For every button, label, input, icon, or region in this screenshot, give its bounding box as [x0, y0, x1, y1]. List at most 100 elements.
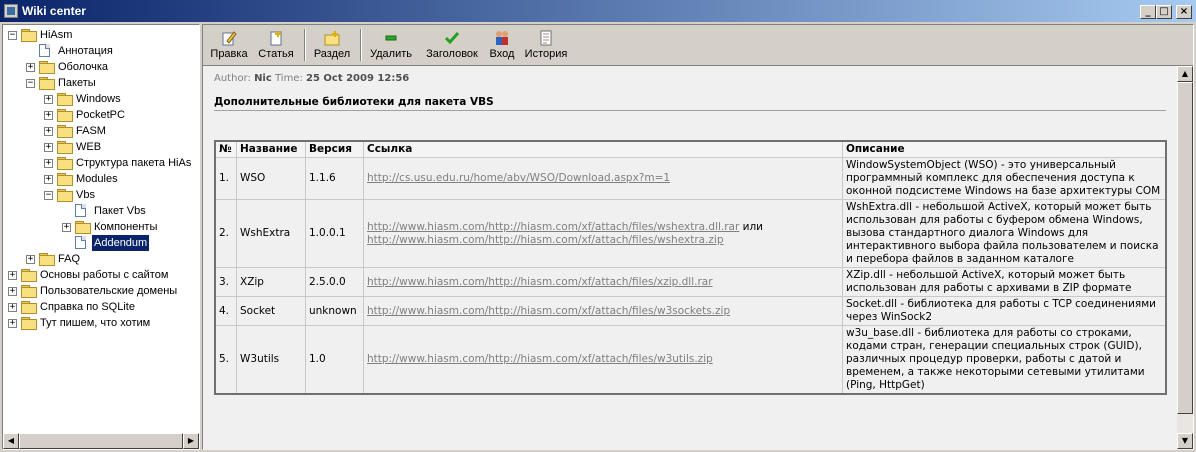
- tree-item[interactable]: Пакет Vbs: [3, 203, 199, 219]
- history-button[interactable]: История: [521, 27, 571, 63]
- toolbar: Правка Статья Раздел Удалить Заголовок В…: [203, 25, 1193, 65]
- tree-item[interactable]: + FAQ: [3, 251, 199, 267]
- article-time: 25 Oct 2009 12:56: [306, 73, 410, 84]
- tree-item[interactable]: Аннотация: [3, 43, 199, 59]
- delete-button[interactable]: Удалить: [365, 27, 417, 63]
- new-article-icon: [268, 30, 284, 46]
- expand-icon[interactable]: +: [44, 127, 53, 136]
- expand-icon[interactable]: +: [8, 271, 17, 280]
- download-link[interactable]: http://www.hiasm.com/http://hiasm.com/xf…: [367, 353, 713, 365]
- expand-icon[interactable]: +: [44, 159, 53, 168]
- column-header: №: [214, 140, 237, 158]
- tree-item[interactable]: + Структура пакета HiAs: [3, 155, 199, 171]
- title-button[interactable]: Заголовок: [421, 27, 483, 63]
- edit-icon: [221, 30, 237, 46]
- login-button[interactable]: Вход: [487, 27, 517, 63]
- expand-icon[interactable]: +: [8, 319, 17, 328]
- table-header-row: № Название Версия Ссылка Описание: [214, 140, 1167, 158]
- cell-link: http://www.hiasm.com/http://hiasm.com/xf…: [363, 199, 843, 268]
- users-icon: [494, 30, 510, 46]
- cell-num: 5.: [214, 325, 237, 395]
- expand-icon[interactable]: +: [26, 63, 35, 72]
- collapse-icon[interactable]: −: [44, 191, 53, 200]
- scroll-left-arrow-icon[interactable]: ◀: [3, 433, 19, 449]
- tree-item[interactable]: + Оболочка: [3, 59, 199, 75]
- tree-item[interactable]: − HiAsm: [3, 27, 199, 43]
- download-link[interactable]: http://www.hiasm.com/http://hiasm.com/xf…: [367, 234, 724, 246]
- download-link[interactable]: http://cs.usu.edu.ru/home/abv/WSO/Downlo…: [367, 172, 670, 184]
- expand-icon[interactable]: +: [44, 111, 53, 120]
- expand-icon[interactable]: +: [44, 95, 53, 104]
- tree-horizontal-scrollbar[interactable]: ◀ ▶: [3, 433, 199, 449]
- tree-item[interactable]: + Пользовательские домены: [3, 283, 199, 299]
- folder-icon: [57, 141, 73, 154]
- tree-item-label: Addendum: [90, 234, 151, 252]
- collapse-icon[interactable]: −: [8, 31, 17, 40]
- cell-link: http://www.hiasm.com/http://hiasm.com/xf…: [363, 296, 843, 326]
- cell-link: http://www.hiasm.com/http://hiasm.com/xf…: [363, 267, 843, 297]
- minimize-button[interactable]: _: [1140, 5, 1156, 19]
- tree-item-label: Основы работы с сайтом: [40, 269, 169, 281]
- folder-icon: [57, 125, 73, 138]
- column-header: Название: [236, 140, 306, 158]
- tree-item[interactable]: + Основы работы с сайтом: [3, 267, 199, 283]
- tree-item[interactable]: + Modules: [3, 171, 199, 187]
- tree-item-label: FAQ: [58, 253, 81, 265]
- tree-scroll-thumb[interactable]: [19, 433, 183, 449]
- app-icon[interactable]: [4, 4, 18, 18]
- folder-icon: [57, 189, 73, 202]
- edit-button[interactable]: Правка: [207, 27, 251, 63]
- tree-item-label: HiAsm: [40, 29, 73, 41]
- close-button[interactable]: ×: [1176, 5, 1192, 19]
- expand-icon[interactable]: +: [62, 223, 71, 232]
- tree-item[interactable]: + WEB: [3, 139, 199, 155]
- tree-item[interactable]: − Пакеты: [3, 75, 199, 91]
- folder-icon: [21, 301, 37, 314]
- expand-icon[interactable]: +: [8, 287, 17, 296]
- divider: [214, 110, 1166, 111]
- tree-item[interactable]: + Компоненты: [3, 219, 199, 235]
- tree-item[interactable]: + Тут пишем, что хотим: [3, 315, 199, 331]
- tree-item[interactable]: + Windows: [3, 91, 199, 107]
- scroll-down-arrow-icon[interactable]: ▼: [1177, 433, 1193, 449]
- expand-icon[interactable]: +: [44, 175, 53, 184]
- content-vertical-scrollbar[interactable]: ▲ ▼: [1177, 66, 1193, 449]
- tree-item-label: Структура пакета HiAs: [76, 157, 192, 169]
- content-scroll-thumb[interactable]: [1177, 82, 1193, 414]
- cell-num: 2.: [214, 199, 237, 268]
- tree-item-label: Справка по SQLite: [40, 301, 135, 313]
- folder-icon: [39, 61, 55, 74]
- expand-icon[interactable]: +: [26, 255, 35, 264]
- cell-version: 2.5.0.0: [305, 267, 364, 297]
- column-header: Описание: [842, 140, 1167, 158]
- article-meta: Author: Nic Time: 25 Oct 2009 12:56: [214, 73, 410, 84]
- new-article-button[interactable]: Статья: [253, 27, 299, 63]
- download-link[interactable]: http://www.hiasm.com/http://hiasm.com/xf…: [367, 305, 730, 317]
- new-section-button[interactable]: Раздел: [309, 27, 355, 63]
- maximize-button[interactable]: □: [1156, 5, 1172, 19]
- folder-icon: [21, 269, 37, 282]
- expand-icon[interactable]: +: [44, 143, 53, 152]
- tree-item[interactable]: − Vbs: [3, 187, 199, 203]
- tree-item[interactable]: Addendum: [3, 234, 199, 252]
- tree-item-label: Windows: [76, 93, 121, 105]
- cell-num: 4.: [214, 296, 237, 326]
- document-icon: [39, 44, 50, 57]
- folder-icon: [57, 157, 73, 170]
- download-link[interactable]: http://www.hiasm.com/http://hiasm.com/xf…: [367, 221, 739, 233]
- navigation-tree[interactable]: − HiAsm Аннотация + Оболочка − Пакеты + Windows +…: [2, 24, 200, 450]
- download-link[interactable]: http://www.hiasm.com/http://hiasm.com/xf…: [367, 276, 713, 288]
- cell-num: 3.: [214, 267, 237, 297]
- tree-item[interactable]: + PocketPC: [3, 107, 199, 123]
- article-content: Author: Nic Time: 25 Oct 2009 12:56 Допо…: [203, 65, 1193, 450]
- tree-item[interactable]: + FASM: [3, 123, 199, 139]
- expand-icon[interactable]: +: [8, 303, 17, 312]
- folder-icon: [57, 173, 73, 186]
- scroll-right-arrow-icon[interactable]: ▶: [183, 433, 199, 449]
- collapse-icon[interactable]: −: [26, 79, 35, 88]
- cell-version: unknown: [305, 296, 364, 326]
- scroll-up-arrow-icon[interactable]: ▲: [1177, 66, 1193, 82]
- folder-icon: [75, 221, 91, 234]
- tree-item[interactable]: + Справка по SQLite: [3, 299, 199, 315]
- window-title: Wiki center: [22, 4, 86, 18]
